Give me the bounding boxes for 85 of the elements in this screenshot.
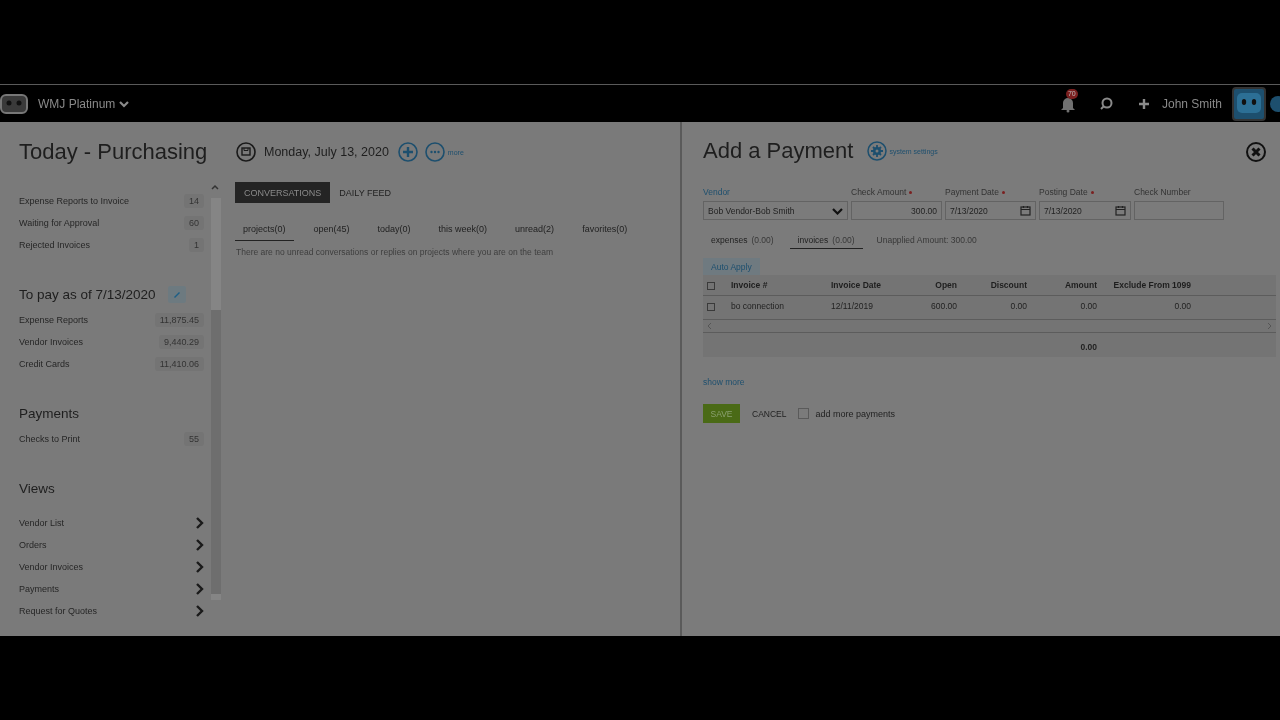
table-cell: 0.00 <box>1080 301 1097 311</box>
column-header: Exclude From 1099 <box>1113 280 1191 290</box>
app-switcher[interactable]: WMJ Platinum <box>38 96 130 111</box>
section-title: To pay as of 7/13/2020 <box>19 286 156 302</box>
add-more-checkbox[interactable] <box>798 408 810 419</box>
count-badge: 11,875.45 <box>154 313 204 327</box>
select-all-checkbox[interactable] <box>707 281 715 290</box>
settings-icon <box>867 141 888 161</box>
chevron-right-icon[interactable] <box>195 605 204 617</box>
column-header: Amount <box>1064 280 1097 290</box>
count-badge: 14 <box>184 194 204 208</box>
filter-tab[interactable]: unread(2) <box>507 220 563 241</box>
count-badge: 9,440.29 <box>158 335 204 349</box>
user-name[interactable]: John Smith <box>1161 96 1222 111</box>
calendar-icon <box>1115 205 1126 216</box>
vendor-select[interactable]: Bob Vendor-Bob Smith <box>703 201 848 220</box>
plus-icon[interactable] <box>1137 97 1150 110</box>
feed-tab[interactable]: DAILY FEED <box>330 182 401 203</box>
sidebar-item[interactable]: Orders <box>19 540 47 550</box>
count-badge: 11,410.06 <box>154 357 204 371</box>
count-badge: 1 <box>189 238 204 252</box>
show-more-link[interactable]: show more <box>703 377 745 387</box>
table-cell: bo connection <box>731 301 784 311</box>
column-header: Invoice # <box>731 280 768 290</box>
sidebar-item[interactable]: Rejected Invoices <box>19 240 91 250</box>
filter-tab[interactable]: today(0) <box>369 220 419 241</box>
count-badge: 55 <box>184 432 204 446</box>
column-header: Open <box>935 280 957 290</box>
date-field[interactable]: 7/13/2020 <box>945 201 1036 220</box>
current-date: Monday, July 13, 2020 <box>264 145 389 159</box>
sidebar-item[interactable]: Payments <box>19 584 60 594</box>
avatar-icon[interactable] <box>1232 86 1266 121</box>
field-label: Check Amount <box>851 187 907 197</box>
column-header: Discount <box>990 280 1027 290</box>
table-cell: 0.00 <box>1010 301 1027 311</box>
auto-apply-button[interactable]: Auto Apply <box>703 258 760 275</box>
filter-tab[interactable]: projects(0) <box>235 220 294 241</box>
chevron-right-icon[interactable] <box>195 539 204 551</box>
sidebar-item[interactable]: Request for Quotes <box>19 606 98 616</box>
filter-tab[interactable]: this week(0) <box>430 220 496 241</box>
amount-field[interactable]: 300.00 <box>851 201 942 220</box>
chevron-right-icon[interactable] <box>195 561 204 573</box>
date-field[interactable]: 7/13/2020 <box>1039 201 1131 220</box>
close-icon[interactable] <box>1246 142 1266 162</box>
filter-tab[interactable]: favorites(0) <box>574 220 636 241</box>
section-title: Views <box>19 480 55 496</box>
sidebar-item[interactable]: Expense Reports <box>19 315 89 325</box>
table-cell: 12/11/2019 <box>831 301 873 311</box>
sidebar-item[interactable]: Vendor Invoices <box>19 337 84 347</box>
field-label: Check Number <box>1134 187 1191 197</box>
row-checkbox[interactable] <box>707 302 715 311</box>
text-field[interactable] <box>1134 201 1224 220</box>
chevron-right-icon[interactable] <box>195 517 204 529</box>
feed-tab[interactable]: CONVERSATIONS <box>235 182 331 203</box>
field-label: Posting Date <box>1039 187 1088 197</box>
field-label: Vendor <box>703 187 730 197</box>
chevron-right-icon[interactable] <box>195 583 204 595</box>
sidebar-item[interactable]: Expense Reports to Invoice <box>19 196 130 206</box>
table-cell: 0.00 <box>1174 301 1191 311</box>
field-label: Payment Date <box>945 187 999 197</box>
sidebar-item[interactable]: Vendor Invoices <box>19 562 84 572</box>
calendar-icon <box>1020 205 1031 216</box>
total-amount: 0.00 <box>1080 341 1097 352</box>
cancel-button[interactable]: CANCEL <box>752 408 787 419</box>
filter-tab[interactable]: open(45) <box>305 220 358 241</box>
save-button[interactable]: SAVE <box>703 404 740 423</box>
sidebar-item[interactable]: Checks to Print <box>19 434 81 444</box>
column-header: Invoice Date <box>831 280 882 290</box>
sidebar-item[interactable]: Waiting for Approval <box>19 218 100 228</box>
chevron-down-icon <box>119 99 130 108</box>
chevron-down-icon <box>832 206 843 215</box>
more-icon[interactable] <box>424 142 445 162</box>
checkbox-label: add more payments <box>815 408 896 419</box>
scroll-right-icon[interactable] <box>1267 322 1273 330</box>
search-icon[interactable] <box>1099 96 1114 111</box>
sidebar-item[interactable]: Vendor List <box>19 518 65 528</box>
scroll-left-icon[interactable] <box>706 322 712 330</box>
sidebar-item[interactable]: Credit Cards <box>19 359 70 369</box>
section-title: Payments <box>19 405 80 421</box>
table-cell: 600.00 <box>931 301 957 311</box>
scroll-up-icon[interactable] <box>211 184 219 191</box>
panel-title: Add a Payment <box>703 138 854 164</box>
logo-icon <box>0 92 28 115</box>
page-title: Today - Purchasing <box>19 139 209 165</box>
calendar-icon[interactable] <box>236 142 256 162</box>
